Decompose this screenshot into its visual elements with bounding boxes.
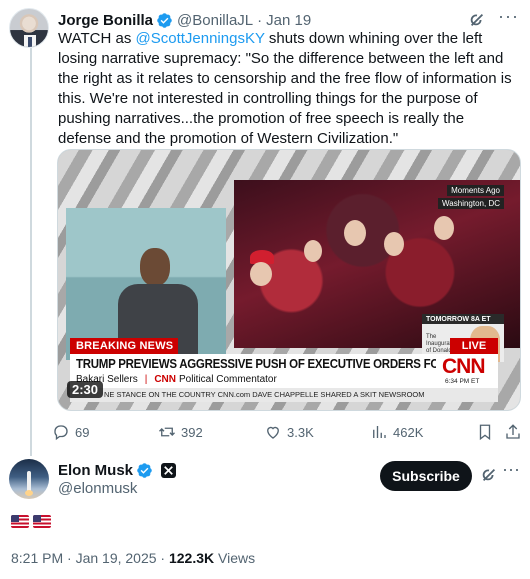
more-options-icon[interactable]: ··· (498, 7, 518, 29)
share-icon (506, 424, 520, 439)
cnn-logo: CNN (442, 355, 485, 378)
us-flag-icon (11, 515, 29, 528)
subscribe-button[interactable]: Subscribe (380, 461, 472, 491)
views-chart-icon (373, 426, 386, 438)
location-label: Washington, DC (438, 198, 504, 209)
grok-icon[interactable] (480, 466, 498, 484)
reply-meta: 8:21 PM · Jan 19, 2025 · 122.3K Views (11, 550, 255, 566)
reply-timestamp[interactable]: 8:21 PM · Jan 19, 2025 · (11, 550, 169, 566)
grok-icon[interactable] (468, 11, 486, 29)
reply-button[interactable]: 69 (52, 421, 89, 443)
reply-icon (54, 425, 68, 441)
mention-link[interactable]: @ScottJenningsKY (136, 30, 265, 47)
tweet-text-prefix: WATCH as (58, 30, 136, 47)
us-flag-icon (33, 515, 51, 528)
repost-button[interactable]: 392 (158, 421, 203, 443)
breaking-news-label: BREAKING NEWS (70, 338, 178, 354)
action-bar: 69 392 3.3K 462K (52, 421, 522, 443)
network-logo-box: CNN 6:34 PM ET (436, 354, 498, 388)
separator-dot: · (257, 11, 263, 29)
rocket-image (27, 471, 31, 491)
reply-views-count: 122.3K (168, 550, 215, 566)
video-duration: 2:30 (67, 381, 104, 398)
broadcast-time: 6:34 PM ET (445, 378, 480, 385)
reply-content (11, 515, 51, 528)
news-ticker: NE STANCE ON THE COUNTRY CNN.com DAVE CH… (70, 388, 498, 402)
author-name[interactable]: Jorge Bonilla (58, 12, 153, 29)
news-headline: TRUMP PREVIEWS AGGRESSIVE PUSH OF EXECUT… (76, 357, 482, 371)
moments-ago-label: Moments Ago (447, 185, 504, 196)
like-count: 3.3K (287, 424, 314, 440)
author-handle[interactable]: @BonillaJL (177, 12, 253, 29)
video-crowd-panel: Moments Ago Washington, DC TOMORROW 8A E… (234, 180, 520, 362)
repost-count: 392 (181, 424, 203, 440)
tweet-text: WATCH as @ScottJenningsKY shuts down whi… (58, 29, 518, 149)
x-affiliation-icon[interactable] (161, 462, 177, 478)
bookmark-icon (479, 424, 491, 441)
rocket-flame (25, 490, 33, 496)
thread-line (30, 48, 32, 456)
share-button[interactable] (504, 421, 522, 443)
tweet-text-body: shuts down whining over the left losing … (58, 30, 512, 147)
guest-chyron: Bakari Sellers | CNN Political Commentator (76, 374, 277, 385)
repost-icon (159, 427, 175, 437)
reply-author-name[interactable]: Elon Musk (58, 462, 133, 479)
lower-third: TRUMP PREVIEWS AGGRESSIVE PUSH OF EXECUT… (70, 354, 481, 388)
heart-icon (267, 426, 279, 439)
video-player[interactable]: Moments Ago Washington, DC TOMORROW 8A E… (57, 149, 521, 411)
verified-badge-icon (136, 462, 153, 479)
bookmark-button[interactable] (476, 421, 494, 443)
views-button[interactable]: 462K (370, 421, 423, 443)
more-options-icon[interactable]: ··· (502, 460, 522, 482)
like-button[interactable]: 3.3K (264, 421, 314, 443)
reply-count: 69 (75, 424, 90, 440)
avatar-tie (28, 37, 32, 47)
tweet-date[interactable]: Jan 19 (266, 12, 311, 29)
reply-author-handle[interactable]: @elonmusk (58, 480, 137, 497)
reply-header: Elon Musk (58, 460, 177, 480)
views-count: 462K (393, 424, 424, 440)
verified-badge-icon (156, 12, 173, 29)
live-label: LIVE (450, 338, 498, 354)
reply-avatar[interactable] (9, 459, 49, 499)
tweet-header: Jorge Bonilla @BonillaJL · Jan 19 ··· (58, 7, 520, 30)
avatar[interactable] (9, 8, 49, 48)
reply-views-label: Views (214, 550, 256, 566)
